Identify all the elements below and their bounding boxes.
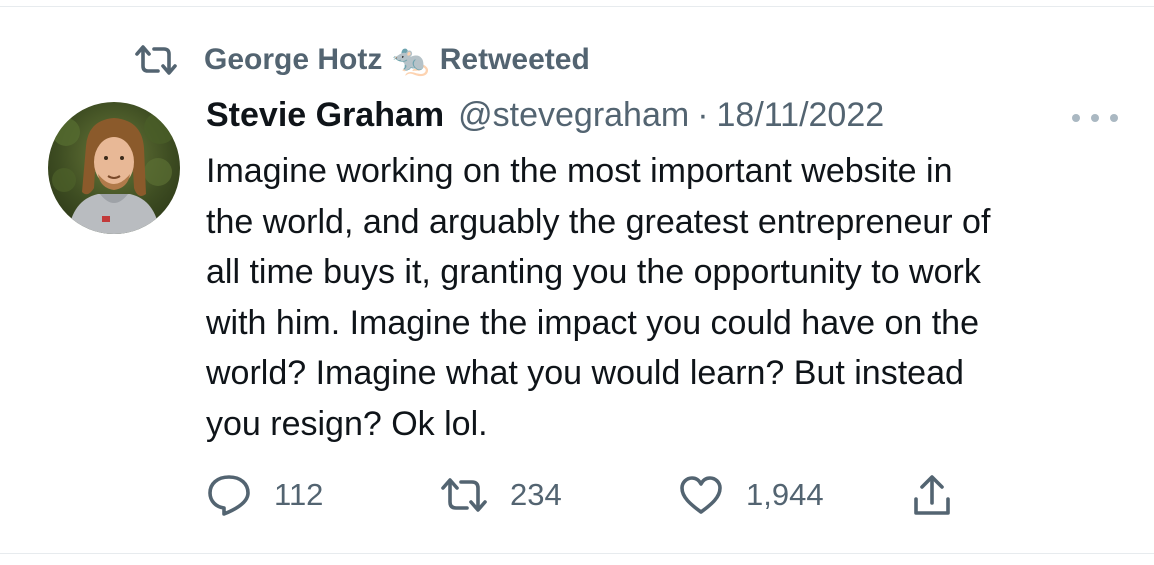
retweet-icon [135,45,177,75]
share-button[interactable] [912,470,952,520]
avatar[interactable] [48,102,180,234]
author-display-name[interactable]: Stevie Graham [206,96,444,135]
retweet-count: 234 [510,477,562,512]
rat-emoji: 🐀 [392,43,430,77]
avatar-photo [48,102,180,234]
retweet-button[interactable]: 234 [440,470,562,520]
reply-icon [208,475,250,516]
retweet-context: George Hotz 🐀 Retweeted [134,40,590,80]
retweeted-label: Retweeted [439,43,590,76]
like-count: 1,944 [746,477,824,512]
more-options-icon[interactable] [1072,108,1118,128]
reply-button[interactable]: 112 [206,470,323,520]
tweet-text-line: Imagine working on the most important we… [206,152,953,190]
heart-icon [680,476,722,514]
top-divider [0,6,1154,7]
tweet-card[interactable]: George Hotz 🐀 Retweeted Stevie Graham @s… [0,0,1154,565]
tweet-text-line: with him. Imagine the impact you could h… [206,303,979,342]
tweet-text-line: you resign? Ok lol. [206,404,488,443]
author-handle[interactable]: @stevegraham [458,96,689,135]
tweet-actions: 112 234 1,944 [206,470,966,520]
retweeter-name[interactable]: George Hotz [204,43,382,77]
reply-count: 112 [274,477,324,512]
tweet-text-line: world? Imagine what you would learn? But… [206,354,964,392]
tweet-text: Imagine working on the most important we… [206,146,1136,449]
tweet-text-line: the world, and arguably the greatest ent… [206,202,991,241]
tweet-header: Stevie Graham @stevegraham · 18/11/2022 [206,96,884,144]
bottom-divider [0,553,1154,554]
separator-dot: · [697,96,709,134]
tweet-date[interactable]: 18/11/2022 [717,96,885,135]
share-icon [914,475,950,515]
retweet-icon [441,478,487,512]
like-button[interactable]: 1,944 [678,470,824,520]
tweet-text-line: all time buys it, granting you the oppor… [206,253,981,291]
